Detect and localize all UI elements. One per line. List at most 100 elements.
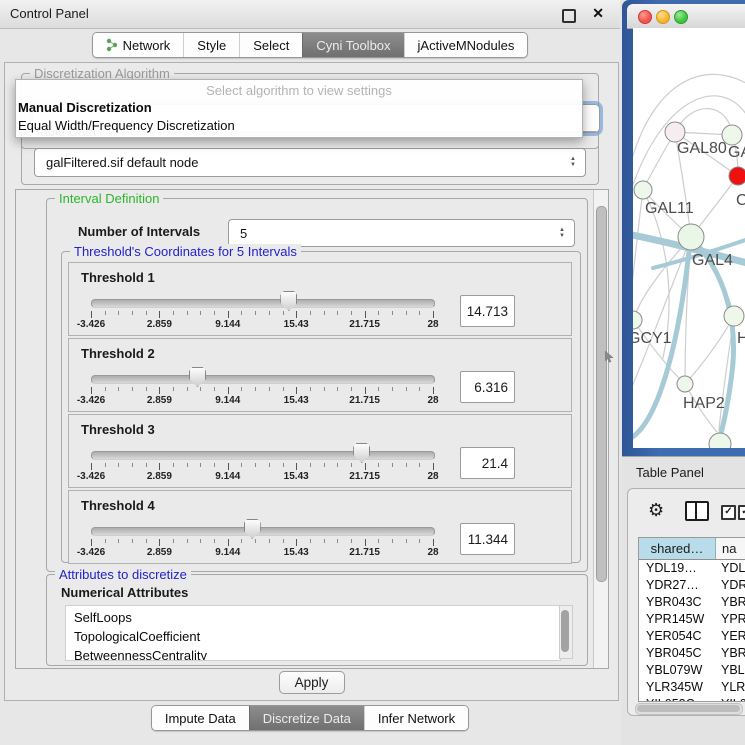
table-row[interactable]: YPR145WYPR1 bbox=[639, 611, 745, 628]
cell-name[interactable]: YDL1 bbox=[715, 560, 745, 577]
slider-thumb[interactable] bbox=[244, 519, 261, 539]
attribute-item[interactable]: TopologicalCoefficient bbox=[66, 627, 560, 646]
network-node[interactable] bbox=[678, 224, 704, 250]
column-header-name[interactable]: na bbox=[716, 538, 745, 559]
number-of-intervals-combobox[interactable]: 5 ▲ ▼ bbox=[228, 219, 575, 247]
numerical-attributes-list[interactable]: SelfLoopsTopologicalCoefficientBetweenne… bbox=[65, 605, 561, 661]
checkbox-icon[interactable]: ✓ bbox=[721, 505, 736, 520]
tab-select[interactable]: Select bbox=[239, 33, 302, 57]
gear-icon[interactable]: ⚙ bbox=[648, 500, 664, 520]
network-node[interactable] bbox=[665, 122, 685, 142]
network-edge[interactable] bbox=[685, 316, 734, 384]
tab-infer-network[interactable]: Infer Network bbox=[364, 706, 468, 730]
scrollbar-thumb[interactable] bbox=[561, 610, 569, 652]
network-node[interactable] bbox=[724, 306, 744, 326]
tick-mark bbox=[241, 387, 242, 391]
table-horizontal-scrollbar[interactable] bbox=[635, 703, 743, 715]
main-panel: Discretization Algorithm Select algorith… bbox=[4, 62, 619, 701]
attributes-scrollbar[interactable] bbox=[559, 605, 573, 659]
table-row[interactable]: YER054CYER0 bbox=[639, 628, 745, 645]
attribute-item[interactable]: BetweennessCentrality bbox=[66, 646, 560, 661]
cell-name[interactable]: YBL0 bbox=[715, 662, 745, 679]
cell-shared-name[interactable]: YPR145W bbox=[639, 611, 715, 628]
tick-mark bbox=[337, 539, 338, 543]
threshold-value-field[interactable]: 11.344 bbox=[460, 523, 515, 555]
cell-name[interactable]: YDR2 bbox=[715, 577, 745, 594]
mouse-cursor bbox=[605, 351, 614, 363]
cell-shared-name[interactable]: YLR345W bbox=[639, 679, 715, 696]
tick-mark bbox=[365, 463, 366, 470]
float-window-icon[interactable] bbox=[562, 9, 576, 23]
cell-name[interactable]: YLR3 bbox=[715, 679, 745, 696]
close-traffic-light-icon[interactable] bbox=[638, 10, 652, 24]
network-titlebar[interactable] bbox=[627, 4, 745, 29]
network-node[interactable] bbox=[729, 167, 745, 185]
network-node[interactable] bbox=[633, 311, 642, 329]
cell-name[interactable]: YIL0 bbox=[715, 696, 745, 702]
cell-shared-name[interactable]: YBR043C bbox=[639, 594, 715, 611]
cell-shared-name[interactable]: YDL19… bbox=[639, 560, 715, 577]
table-row[interactable]: YBR043CYBR0 bbox=[639, 594, 745, 611]
threshold-slider[interactable] bbox=[91, 527, 435, 536]
cell-shared-name[interactable]: YBL079W bbox=[639, 662, 715, 679]
table-rows: YDL19…YDL1YDR27…YDR2YBR043CYBR0YPR145WYP… bbox=[639, 560, 745, 702]
slider-tick-labels: -3.4262.8599.14415.4321.71528 bbox=[91, 395, 433, 407]
close-icon[interactable]: ✕ bbox=[592, 5, 604, 22]
tick-mark bbox=[310, 539, 311, 543]
arrow-down-icon: ▼ bbox=[559, 234, 565, 239]
tick-mark bbox=[214, 387, 215, 391]
column-header-shared[interactable]: shared… bbox=[639, 538, 716, 559]
table-row[interactable]: YBL079WYBL0 bbox=[639, 662, 745, 679]
settings-vertical-scrollbar[interactable] bbox=[593, 190, 608, 668]
cell-shared-name[interactable]: YBR045C bbox=[639, 645, 715, 662]
cell-name[interactable]: YBR0 bbox=[715, 594, 745, 611]
tab-jactivemnodules[interactable]: jActiveMNodules bbox=[404, 33, 528, 57]
cell-name[interactable]: YBR0 bbox=[715, 645, 745, 662]
minimize-traffic-light-icon[interactable] bbox=[656, 10, 670, 24]
table-data-combobox[interactable]: galFiltered.sif default node ▲ ▼ bbox=[34, 148, 586, 177]
tick-mark bbox=[433, 463, 434, 470]
tick-mark bbox=[433, 311, 434, 318]
network-node[interactable] bbox=[677, 376, 693, 392]
menu-item-manual-discretization[interactable]: Manual Discretization bbox=[16, 98, 582, 116]
threshold-slider[interactable] bbox=[91, 375, 435, 384]
apply-button[interactable]: Apply bbox=[279, 671, 345, 694]
cell-shared-name[interactable]: YER054C bbox=[639, 628, 715, 645]
cell-shared-name[interactable]: YIL052C bbox=[639, 696, 715, 702]
tab-impute-data[interactable]: Impute Data bbox=[152, 706, 249, 730]
menu-item-equal-width-frequency[interactable]: Equal Width/Frequency Discretization bbox=[16, 116, 582, 134]
columns-icon[interactable] bbox=[685, 501, 709, 521]
scrollbar-thumb[interactable] bbox=[637, 705, 740, 712]
table-row[interactable]: YDR27…YDR2 bbox=[639, 577, 745, 594]
cell-name[interactable]: YER0 bbox=[715, 628, 745, 645]
table-row[interactable]: YLR345WYLR3 bbox=[639, 679, 745, 696]
tab-label: jActiveMNodules bbox=[418, 38, 515, 53]
node-label: GAL80 bbox=[677, 140, 727, 157]
slider-thumb[interactable] bbox=[189, 367, 206, 387]
threshold-slider[interactable] bbox=[91, 299, 435, 308]
tick-mark bbox=[200, 463, 201, 467]
cell-name[interactable]: YPR1 bbox=[715, 611, 745, 628]
tab-discretize-data[interactable]: Discretize Data bbox=[249, 706, 364, 730]
scrollbar-thumb[interactable] bbox=[596, 206, 607, 582]
table-row[interactable]: YDL19…YDL1 bbox=[639, 560, 745, 577]
network-node[interactable] bbox=[709, 433, 731, 448]
slider-thumb[interactable] bbox=[280, 291, 297, 311]
network-edge[interactable] bbox=[693, 240, 733, 448]
slider-thumb[interactable] bbox=[353, 443, 370, 463]
threshold-value-field[interactable]: 14.713 bbox=[460, 295, 515, 327]
network-canvas[interactable]: GAL80GACGAL11GAL4GCY1HHAP2 bbox=[633, 28, 745, 448]
threshold-value-field[interactable]: 6.316 bbox=[460, 371, 515, 403]
threshold-slider[interactable] bbox=[91, 451, 435, 460]
attribute-item[interactable]: SelfLoops bbox=[66, 608, 560, 627]
checkbox-icon[interactable]: ✓ bbox=[738, 505, 745, 520]
threshold-value-field[interactable]: 21.4 bbox=[460, 447, 515, 479]
tab-network[interactable]: Network bbox=[93, 33, 184, 57]
table-row[interactable]: YIL052CYIL0 bbox=[639, 696, 745, 702]
network-node[interactable] bbox=[634, 181, 652, 199]
tab-style[interactable]: Style bbox=[183, 33, 239, 57]
cell-shared-name[interactable]: YDR27… bbox=[639, 577, 715, 594]
tab-cyni-toolbox[interactable]: Cyni Toolbox bbox=[302, 33, 403, 57]
zoom-traffic-light-icon[interactable] bbox=[674, 10, 688, 24]
table-row[interactable]: YBR045CYBR0 bbox=[639, 645, 745, 662]
